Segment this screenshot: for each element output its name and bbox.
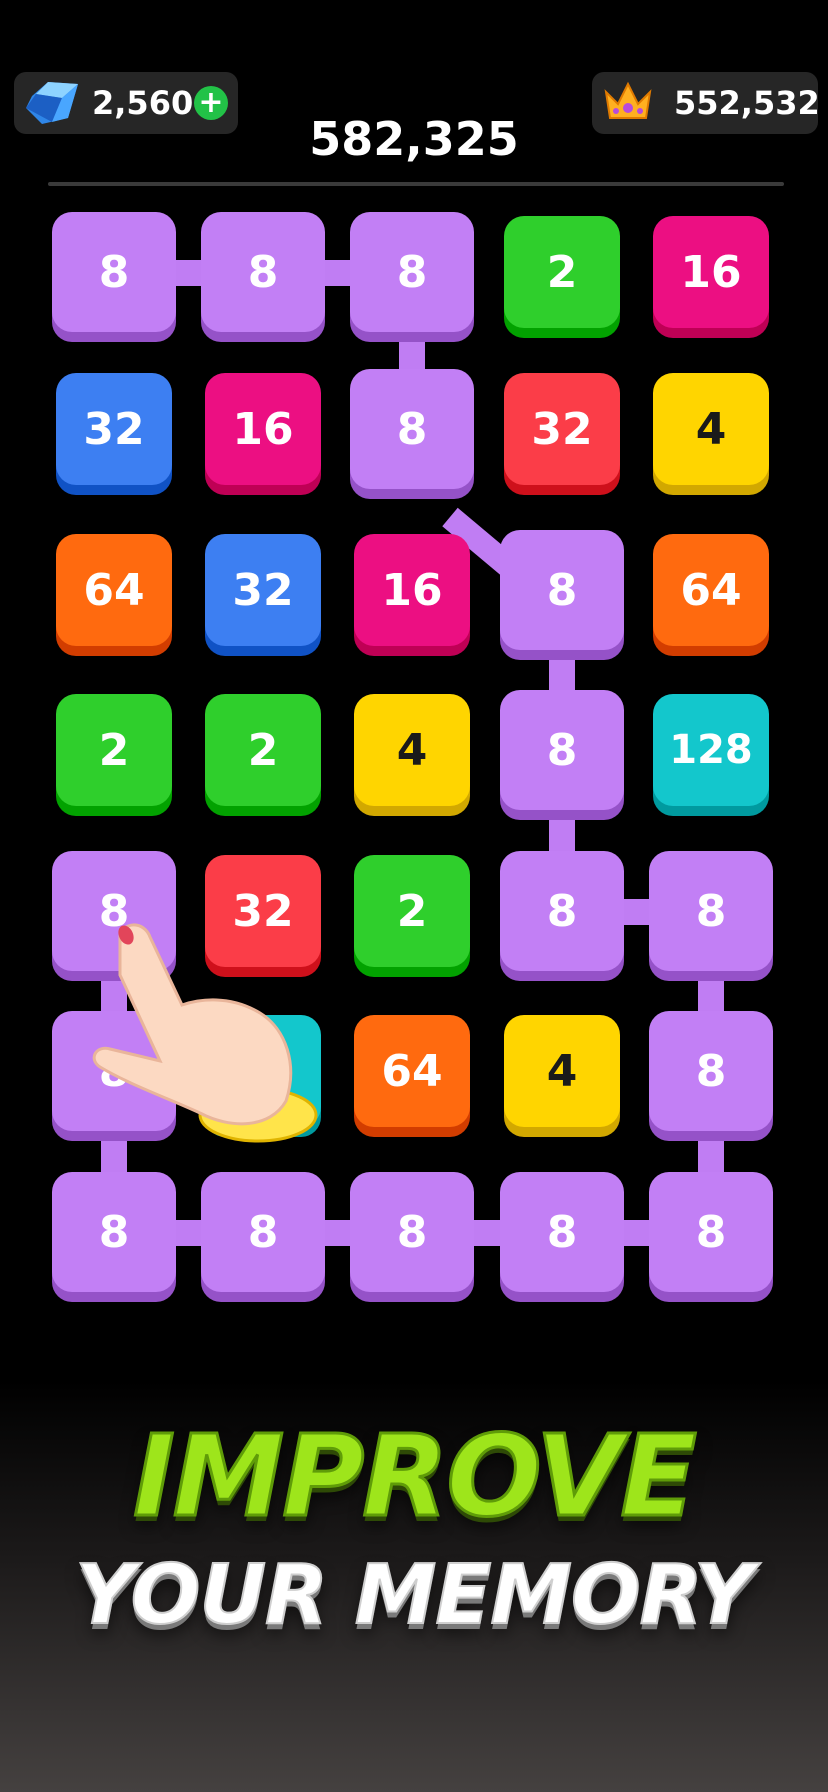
tile-2-3[interactable]: 8	[500, 530, 624, 650]
tile-2-1[interactable]: 32	[205, 534, 321, 646]
tile-5-2[interactable]: 64	[354, 1015, 470, 1127]
tile-1-3[interactable]: 32	[504, 373, 620, 485]
tile-3-2[interactable]: 4	[354, 694, 470, 806]
tile-6-0[interactable]: 8	[52, 1172, 176, 1292]
tile-0-2[interactable]: 8	[350, 212, 474, 332]
tile-4-2[interactable]: 2	[354, 855, 470, 967]
tile-4-3[interactable]: 8	[500, 851, 624, 971]
tile-1-1[interactable]: 16	[205, 373, 321, 485]
tagline-line1: IMPROVE	[132, 1411, 699, 1544]
tile-6-2[interactable]: 8	[350, 1172, 474, 1292]
tile-2-4[interactable]: 64	[653, 534, 769, 646]
tile-6-3[interactable]: 8	[500, 1172, 624, 1292]
tile-0-3[interactable]: 2	[504, 216, 620, 328]
tagline-line2: YOUR MEMORY	[74, 1547, 754, 1644]
tile-3-0[interactable]: 2	[56, 694, 172, 806]
tile-3-3[interactable]: 8	[500, 690, 624, 810]
tile-1-0[interactable]: 32	[56, 373, 172, 485]
tile-6-4[interactable]: 8	[649, 1172, 773, 1292]
tile-1-4[interactable]: 4	[653, 373, 769, 485]
tile-0-1[interactable]: 8	[201, 212, 325, 332]
tile-6-1[interactable]: 8	[201, 1172, 325, 1292]
tile-1-2[interactable]: 8	[350, 369, 474, 489]
tile-5-4[interactable]: 8	[649, 1011, 773, 1131]
tile-0-0[interactable]: 8	[52, 212, 176, 332]
tile-0-4[interactable]: 16	[653, 216, 769, 328]
tile-3-4[interactable]: 128	[653, 694, 769, 806]
tile-2-2[interactable]: 16	[354, 534, 470, 646]
tile-4-4[interactable]: 8	[649, 851, 773, 971]
tile-2-0[interactable]: 64	[56, 534, 172, 646]
tile-5-3[interactable]: 4	[504, 1015, 620, 1127]
tile-3-1[interactable]: 2	[205, 694, 321, 806]
pointing-hand-icon	[92, 923, 318, 1143]
